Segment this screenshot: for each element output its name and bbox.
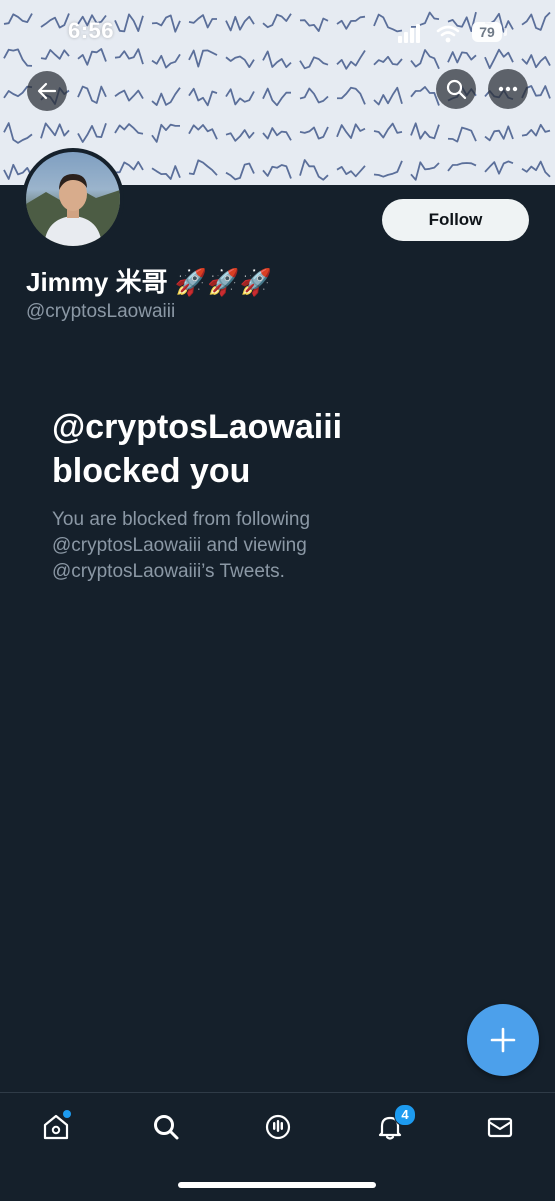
banner-squiggle [188, 159, 218, 176]
blocked-description: You are blocked from following @cryptosL… [52, 509, 311, 582]
display-name: Jimmy 米哥 🚀🚀🚀 [26, 267, 272, 297]
banner-squiggle [373, 86, 403, 106]
banner-squiggle [447, 126, 477, 143]
search-icon [154, 1115, 179, 1140]
more-horizontal-icon [498, 86, 518, 92]
home-notification-dot [63, 1110, 71, 1118]
banner-squiggle [336, 123, 366, 139]
banner-squiggle [262, 127, 292, 141]
blocked-title: @cryptosLaowaiii blocked you [52, 405, 522, 493]
status-icons [398, 22, 462, 44]
mail-icon [487, 1117, 513, 1138]
banner-squiggle [299, 87, 329, 104]
banner-squiggle [40, 122, 70, 139]
battery-level: 79 [472, 22, 502, 42]
plus-icon [490, 1027, 516, 1053]
banner-squiggle [151, 87, 181, 106]
search-icon [446, 79, 467, 100]
banner-squiggle [373, 122, 403, 139]
banner-squiggle [114, 161, 144, 174]
blocked-title-text: blocked you [52, 452, 251, 490]
cellular-signal-icon [398, 24, 420, 43]
banner-squiggle [188, 124, 218, 140]
banner-squiggle [77, 123, 107, 143]
banner-squiggle [225, 88, 255, 106]
banner-squiggle [114, 89, 144, 102]
banner-squiggle [410, 161, 440, 181]
more-options-button[interactable] [488, 69, 528, 109]
banner-squiggle [336, 165, 366, 178]
wifi-icon [436, 25, 460, 43]
banner-squiggle [521, 123, 551, 137]
home-indicator[interactable] [178, 1182, 376, 1188]
banner-squiggle [114, 123, 144, 135]
banner-squiggle [262, 87, 291, 107]
avatar[interactable] [22, 148, 124, 250]
blocked-title-handle: @cryptosLaowaiii [52, 408, 343, 446]
banner-squiggle [373, 160, 403, 178]
banner-squiggle [410, 86, 440, 106]
back-button[interactable] [27, 71, 67, 111]
banner-squiggle [410, 122, 440, 140]
banner-squiggle [299, 126, 329, 140]
avatar-image [26, 152, 120, 246]
banner-squiggle [188, 87, 218, 107]
banner-squiggle [225, 162, 255, 181]
spaces-icon [265, 1114, 291, 1140]
handle: @cryptosLaowaiii [26, 301, 176, 322]
arrow-left-icon [37, 82, 57, 100]
banner-squiggle [447, 162, 477, 172]
banner-squiggle [3, 122, 33, 144]
banner-squiggle [521, 160, 551, 178]
banner-squiggle [484, 125, 514, 142]
nav-item-messages[interactable] [480, 1107, 520, 1147]
banner-squiggle [262, 164, 292, 179]
banner-squiggle [77, 85, 107, 104]
nav-item-spaces[interactable] [258, 1107, 298, 1147]
search-button[interactable] [436, 69, 476, 109]
follow-button[interactable]: Follow [382, 199, 529, 241]
banner-squiggle [225, 129, 255, 142]
compose-tweet-button[interactable] [467, 1004, 539, 1076]
status-bar: 6:56 79 [0, 0, 555, 62]
banner-squiggle [336, 86, 366, 105]
banner-squiggle [151, 165, 181, 180]
nav-item-notifications[interactable]: 4 [370, 1104, 416, 1147]
notifications-badge: 4 [394, 1104, 416, 1126]
battery-tip [504, 28, 507, 36]
banner-squiggle [299, 159, 329, 181]
banner-squiggle [151, 123, 180, 143]
nav-item-search[interactable] [146, 1107, 186, 1147]
status-time: 6:56 [68, 18, 115, 43]
banner-squiggle [484, 160, 514, 175]
nav-item-home[interactable] [36, 1107, 76, 1147]
